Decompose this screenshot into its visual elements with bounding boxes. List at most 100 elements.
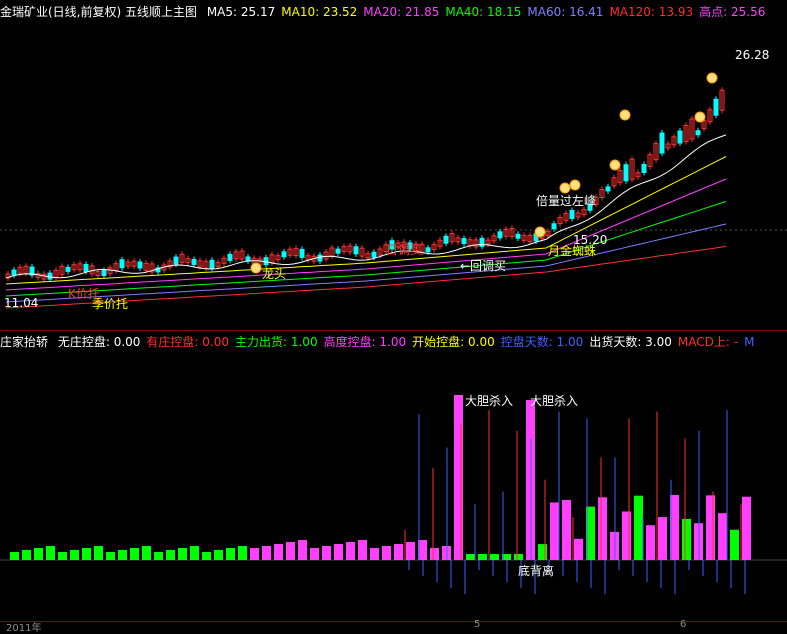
candle-body [173,256,179,265]
low-price-label: 11.04 [4,296,39,310]
main-chart-title[interactable]: 金瑞矿业(日线,前复权) 五线顺上主图 [0,3,197,21]
volume-bar [394,544,403,560]
volume-bar [298,540,307,560]
volume-bar-chart[interactable] [0,352,787,620]
volume-bar [622,511,631,560]
volume-bar [682,518,691,560]
candle-body [299,248,305,258]
candle-body [209,259,215,269]
sub-indicator-5[interactable]: 控盘天数: 1.00 [501,333,584,351]
volume-bar [382,546,391,560]
volume-bar [334,544,343,560]
candle-body [461,238,467,245]
signal-dot [619,109,631,121]
sub-indicator-2[interactable]: 主力出货: 1.00 [235,333,318,351]
volume-bar [550,502,559,560]
volume-bar [490,554,499,560]
candle-body [497,231,503,239]
moon-gold-label: 月金蜘蛛 [548,244,597,258]
sub-indicator-4[interactable]: 开始控盘: 0.00 [412,333,495,351]
candle-body [65,266,71,272]
volume-bar [202,552,211,560]
main-indicator-1[interactable]: MA10: 23.52 [281,3,357,21]
volume-bar [58,552,67,560]
volume-bar [226,548,235,560]
volume-bar [634,495,643,560]
volume-bar [142,546,151,560]
candle-body [47,272,53,280]
daily-pullback-label: 日调买 [386,243,423,257]
candle-body [245,256,251,262]
volume-bar [346,542,355,560]
volume-bar [430,548,439,560]
candle-body [119,259,125,269]
sub-indicator-6[interactable]: 出货天数: 3.00 [589,333,672,351]
volume-bar [310,548,319,560]
candle-body [191,258,197,265]
candle-body [551,223,557,230]
sub-indicator-0[interactable]: 无庄控盘: 0.00 [58,333,141,351]
main-indicator-5[interactable]: MA120: 13.93 [609,3,693,21]
volume-bar [190,546,199,560]
volume-bar [730,529,739,560]
volume-bar [742,496,751,560]
volume-bar [718,513,727,560]
volume-bar [94,546,103,560]
double-volume-label: 倍量过左峰 [536,194,597,208]
main-indicator-list: MA5: 25.17 MA10: 23.52 MA20: 21.85 MA40: 18… [207,5,772,19]
candle-body [659,132,665,154]
volume-bar [70,550,79,560]
candle-body [641,164,647,174]
candle-body [281,251,287,258]
candle-body [11,269,17,276]
candle-body [227,253,233,261]
volume-bar [130,548,139,560]
signal-dot [569,179,581,191]
signal-dot [250,262,262,274]
high-price-label: 26.28 [735,48,770,62]
sub-chart-title[interactable]: 庄家抬轿 [0,333,48,351]
candle-body [335,248,341,254]
volume-bar [262,546,271,560]
candle-body [695,130,701,136]
panel-divider[interactable] [0,330,787,331]
volume-bar [154,552,163,560]
main-indicator-4[interactable]: MA60: 16.41 [527,3,603,21]
volume-bar [274,544,283,560]
main-chart-area[interactable]: 26.28 倍量过左峰 15.20 月金蜘蛛 ←回调买 日调买 龙头 K价托 季… [0,20,787,320]
ma20-line [5,178,727,291]
signal-dot [534,226,546,238]
volume-bar [454,395,463,560]
sub-indicator-3[interactable]: 高度控盘: 1.00 [324,333,407,351]
main-indicator-6[interactable]: 高点: 25.56 [699,3,765,21]
main-indicator-2[interactable]: MA20: 21.85 [363,3,439,21]
signal-dot [706,72,718,84]
kill-in-label-1: 大胆杀入 [465,394,514,408]
candle-body [317,254,323,262]
sub-indicator-7[interactable]: MACD上: - [678,333,738,351]
sub-indicator-8[interactable]: M [744,333,754,351]
candle-body [713,98,719,116]
volume-bar [34,548,43,560]
candlestick-chart[interactable] [0,20,787,320]
sub-indicator-1[interactable]: 有庄控盘: 0.00 [146,333,229,351]
candle-body [605,186,611,192]
volume-bar [214,550,223,560]
candle-body [623,164,629,182]
pullback-label: ←回调买 [460,259,507,273]
candle-body [443,235,449,244]
volume-bar [46,546,55,560]
volume-bar [106,552,115,560]
bottom-divergence-label: 底背离 [518,564,555,578]
volume-bar [118,550,127,560]
main-indicator-0[interactable]: MA5: 25.17 [207,3,275,21]
volume-bar [562,499,571,560]
candle-body [677,130,683,144]
sub-chart-area[interactable]: 大胆杀入 大胆杀入 底背离 [0,352,787,620]
volume-bar [406,542,415,560]
volume-bar [166,550,175,560]
volume-bar [514,554,523,560]
signal-dot [609,159,621,171]
volume-bar [706,495,715,560]
main-indicator-3[interactable]: MA40: 18.15 [445,3,521,21]
